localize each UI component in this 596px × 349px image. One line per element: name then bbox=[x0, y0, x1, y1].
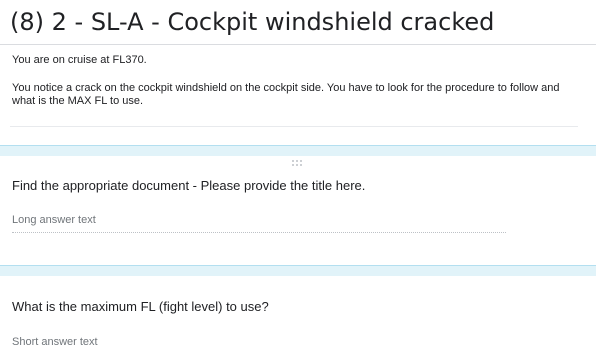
question-title[interactable]: Find the appropriate document - Please p… bbox=[12, 178, 365, 194]
short-answer-field[interactable]: Short answer text bbox=[12, 335, 262, 349]
drag-handle-icon[interactable] bbox=[292, 160, 304, 168]
section-description[interactable]: You are on cruise at FL370. You notice a… bbox=[12, 54, 584, 123]
section-description-line-1: You are on cruise at FL370. bbox=[12, 54, 147, 66]
long-answer-field[interactable]: Long answer text bbox=[12, 213, 506, 233]
section-description-line-2: You notice a crack on the cockpit windsh… bbox=[12, 81, 560, 108]
section-title[interactable]: (8) 2 - SL-A - Cockpit windshield cracke… bbox=[10, 6, 494, 38]
description-divider bbox=[10, 126, 578, 127]
question-separator bbox=[0, 265, 596, 276]
section-header: (8) 2 - SL-A - Cockpit windshield cracke… bbox=[0, 0, 596, 138]
title-divider bbox=[0, 44, 596, 45]
question-title[interactable]: What is the maximum FL (fight level) to … bbox=[12, 299, 269, 315]
question-separator bbox=[0, 145, 596, 156]
